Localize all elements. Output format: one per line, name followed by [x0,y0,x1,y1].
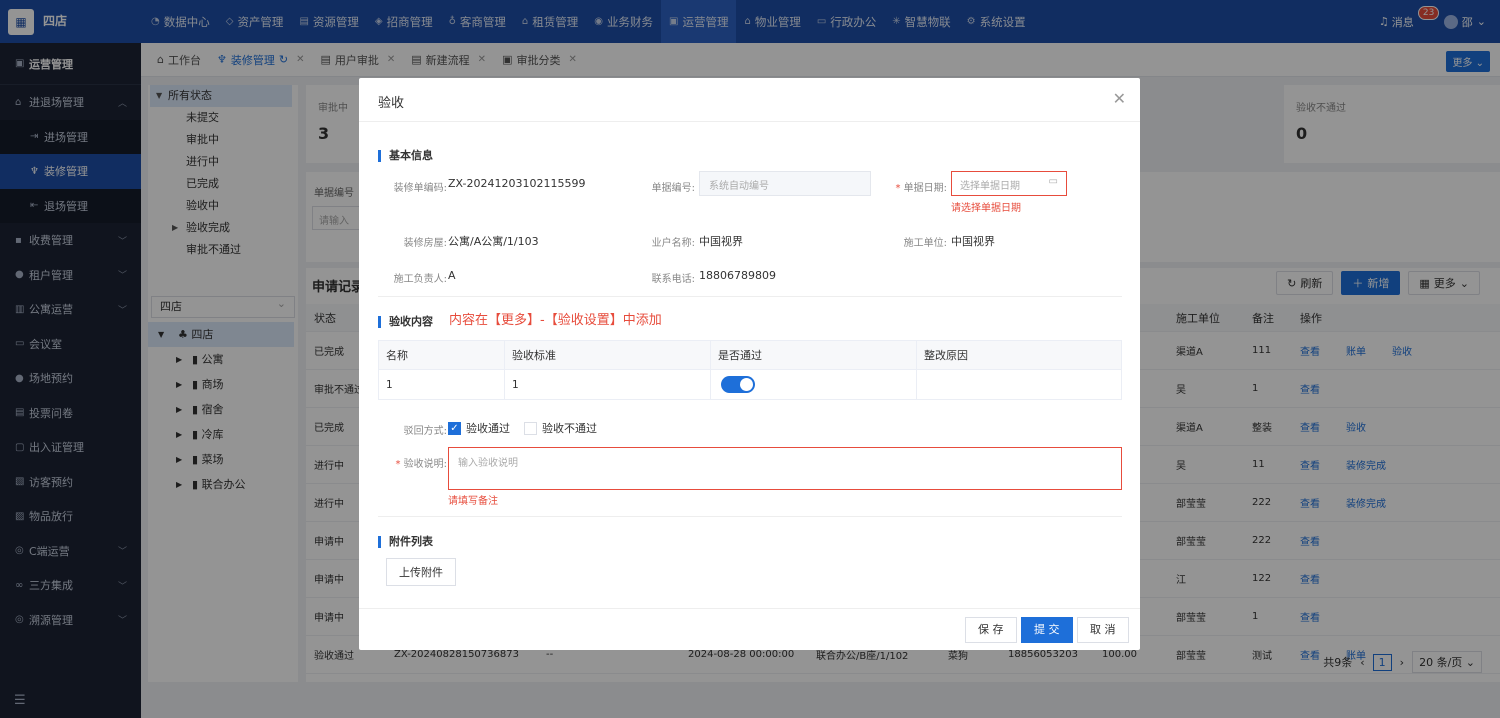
acceptance-items-table: 名称 验收标准 是否通过 整改原因 1 1 [378,340,1122,400]
divider [378,516,1122,517]
check-icon: ✓ [448,421,461,435]
desc-label: * 验收说明: [395,459,447,470]
leader-label: 施工负责人: [393,274,447,285]
acceptance-desc-textarea[interactable]: 输入验收说明 [448,447,1122,490]
close-icon[interactable]: ✕ [1113,89,1126,108]
result-pass-checkbox[interactable]: ✓ 验收通过 [448,420,510,436]
room-label: 装修房屋: [403,238,447,249]
upload-attachment-button[interactable]: 上传附件 [386,558,456,586]
doc-date-error: 请选择单据日期 [951,203,1021,214]
table-header: 名称 验收标准 是否通过 整改原因 [378,340,1122,370]
doc-date-picker[interactable]: 选择单据日期 ▭ [951,171,1067,196]
builder-label: 施工单位: [903,238,947,249]
result-fail-checkbox[interactable]: 验收不通过 [524,420,597,436]
doc-no-label: 单据编号: [651,183,695,194]
cancel-button[interactable]: 取 消 [1077,617,1129,643]
content-hint: 内容在【更多】-【验收设置】中添加 [449,313,662,328]
section-basic-info: 基本信息 [378,150,433,162]
phone-label: 联系电话: [651,274,695,285]
dialog-title: 验收 [378,96,405,111]
doc-no-field: 系统自动编号 [699,171,871,196]
dialog-footer: 保 存 提 交 取 消 [359,608,1140,650]
section-acceptance-content: 验收内容 [378,316,433,328]
dialog-header: 验收 ✕ [359,78,1140,122]
phone-value: 18806789809 [699,269,776,282]
acceptance-dialog: 验收 ✕ 基本信息 装修单编码: ZX-20241203102115599 单据… [359,78,1140,650]
save-button[interactable]: 保 存 [965,617,1017,643]
leader-value: A [448,269,456,282]
builder-value: 中国视界 [951,235,995,248]
submit-button[interactable]: 提 交 [1021,617,1073,643]
calendar-icon: ▭ [1048,176,1058,187]
result-label: 驳回方式: [403,426,447,437]
code-value: ZX-20241203102115599 [448,177,586,190]
section-attachments: 附件列表 [378,536,433,548]
desc-error: 请填写备注 [448,496,498,507]
owner-value: 中国视界 [699,235,743,248]
passed-toggle[interactable] [721,376,755,393]
owner-label: 业户名称: [651,238,695,249]
doc-date-label: * 单据日期: [895,183,947,194]
room-value: 公寓/A公寓/1/103 [448,235,539,248]
divider [378,296,1122,297]
table-row: 1 1 [378,370,1122,400]
code-label: 装修单编码: [393,183,447,194]
